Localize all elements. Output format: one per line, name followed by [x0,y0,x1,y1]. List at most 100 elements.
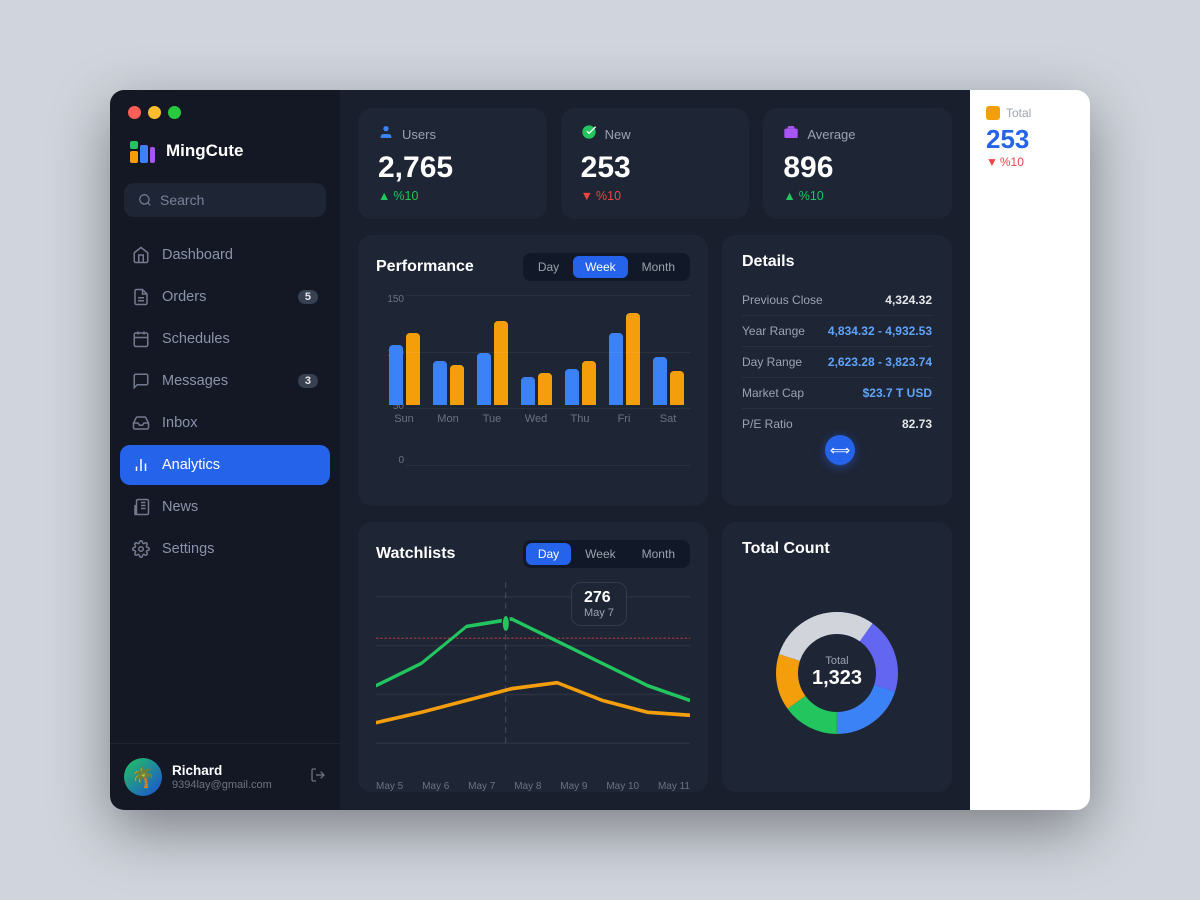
sidebar-item-news[interactable]: News [120,487,330,527]
sidebar-item-schedules[interactable]: Schedules [120,319,330,359]
right-panel: Total 253 ▼ %10 [970,90,1090,810]
details-card: Details Previous Close 4,324.32 Year Ran… [722,235,952,506]
sidebar-item-settings[interactable]: Settings [120,529,330,569]
sidebar-label-analytics: Analytics [162,457,220,473]
sidebar: MingCute Search Dashboard Orders [110,90,340,810]
brand-logo-icon [128,137,156,165]
sidebar-label-orders: Orders [162,289,206,305]
performance-tab-week[interactable]: Week [573,256,627,278]
watchlists-title: Watchlists [376,545,455,563]
performance-card: Performance Day Week Month 150 100 [358,235,708,506]
detail-row-1: Year Range 4,834.32 - 4,932.53 [742,316,932,347]
line-chart-area: 276 May 7 May 5 May 6 May 7 May 8 May 9 … [376,582,690,775]
right-panel-total-value: 253 [986,124,1074,155]
sidebar-item-inbox[interactable]: Inbox [120,403,330,443]
sidebar-item-analytics[interactable]: Analytics [120,445,330,485]
x-labels: May 5 May 6 May 7 May 8 May 9 May 10 May… [376,781,690,792]
bar-chart: 150 100 50 0 [376,295,690,488]
watchlists-tab-day[interactable]: Day [526,543,571,565]
watchlists-card: Watchlists Day Week Month [358,522,708,793]
bar-sun-blue [389,345,403,405]
search-icon [138,193,152,207]
stats-row: Users 2,765 ▲ %10 New 253 [358,108,952,219]
content-area: Users 2,765 ▲ %10 New 253 [340,90,970,810]
detail-row-0: Previous Close 4,324.32 [742,285,932,316]
tooltip-date: May 7 [584,607,614,619]
messages-badge: 3 [298,374,318,388]
line-chart-svg [376,582,690,775]
app-window: MingCute Search Dashboard Orders [110,90,1090,810]
search-input[interactable]: Search [160,192,204,208]
sidebar-item-orders[interactable]: Orders 5 [120,277,330,317]
stat-value-new: 253 [581,151,730,185]
donut-center: Total 1,323 [812,655,862,690]
performance-tab-month[interactable]: Month [630,256,687,278]
total-icon [986,106,1000,120]
stat-label-average: Average [807,127,855,142]
main-content: Users 2,765 ▲ %10 New 253 [340,90,970,810]
up-arrow-icon-2: ▲ [783,189,795,203]
search-box[interactable]: Search [124,183,326,217]
detail-row-3: Market Cap $23.7 T USD [742,378,932,409]
message-icon [132,372,150,390]
minimize-button[interactable] [148,106,161,119]
scroll-divider-handle[interactable]: ⟺ [825,435,855,465]
performance-tab-day[interactable]: Day [526,256,571,278]
sidebar-item-messages[interactable]: Messages 3 [120,361,330,401]
brand: MingCute [110,131,340,183]
average-icon [783,124,799,145]
avatar: 🌴 [124,758,162,796]
sidebar-label-dashboard: Dashboard [162,247,233,263]
sidebar-label-inbox: Inbox [162,415,197,431]
home-icon [132,246,150,264]
window-controls [110,90,340,131]
maximize-button[interactable] [168,106,181,119]
watchlists-tab-week[interactable]: Week [573,543,627,565]
tooltip-value: 276 [584,589,614,607]
user-email: 9394lay@gmail.com [172,779,300,791]
total-count-title: Total Count [742,540,932,558]
settings-icon [132,540,150,558]
up-arrow-icon: ▲ [378,189,390,203]
brand-name: MingCute [166,141,243,161]
donut-container: Total 1,323 [742,572,932,775]
right-panel-change: ▼ %10 [986,155,1074,169]
analytics-icon [132,456,150,474]
sidebar-label-settings: Settings [162,541,214,557]
avatar-emoji: 🌴 [131,765,156,790]
calendar-icon [132,330,150,348]
user-section: 🌴 Richard 9394lay@gmail.com [110,743,340,810]
stat-value-average: 896 [783,151,932,185]
watchlists-tab-month[interactable]: Month [630,543,687,565]
stat-card-average: Average 896 ▲ %10 [763,108,952,219]
total-count-card: Total Count Total 1,323 [722,522,952,793]
user-name: Richard [172,763,300,778]
detail-row-2: Day Range 2,623.28 - 3,823.74 [742,347,932,378]
down-arrow-icon: ▼ [581,189,593,203]
logout-icon[interactable] [310,767,326,788]
sidebar-item-dashboard[interactable]: Dashboard [120,235,330,275]
stat-change-new: ▼ %10 [581,189,730,203]
details-title: Details [742,253,932,271]
new-icon [581,124,597,145]
stat-value-users: 2,765 [378,151,527,185]
stat-label-users: Users [402,127,436,142]
donut-value: 1,323 [812,667,862,690]
stat-card-users: Users 2,765 ▲ %10 [358,108,547,219]
bottom-row: Watchlists Day Week Month [358,522,952,793]
performance-period-tabs: Day Week Month [523,253,690,281]
donut-label: Total [812,655,862,667]
stat-label-new: New [605,127,631,142]
news-icon [132,498,150,516]
performance-title: Performance [376,258,474,276]
sidebar-label-news: News [162,499,198,515]
orders-badge: 5 [298,290,318,304]
right-panel-total-label: Total [1006,106,1031,120]
bar-grid [406,295,690,466]
close-button[interactable] [128,106,141,119]
users-icon [378,124,394,145]
tooltip-bubble: 276 May 7 [571,582,627,626]
orders-icon [132,288,150,306]
charts-row: Performance Day Week Month 150 100 [358,235,952,506]
stat-card-new: New 253 ▼ %10 [561,108,750,219]
